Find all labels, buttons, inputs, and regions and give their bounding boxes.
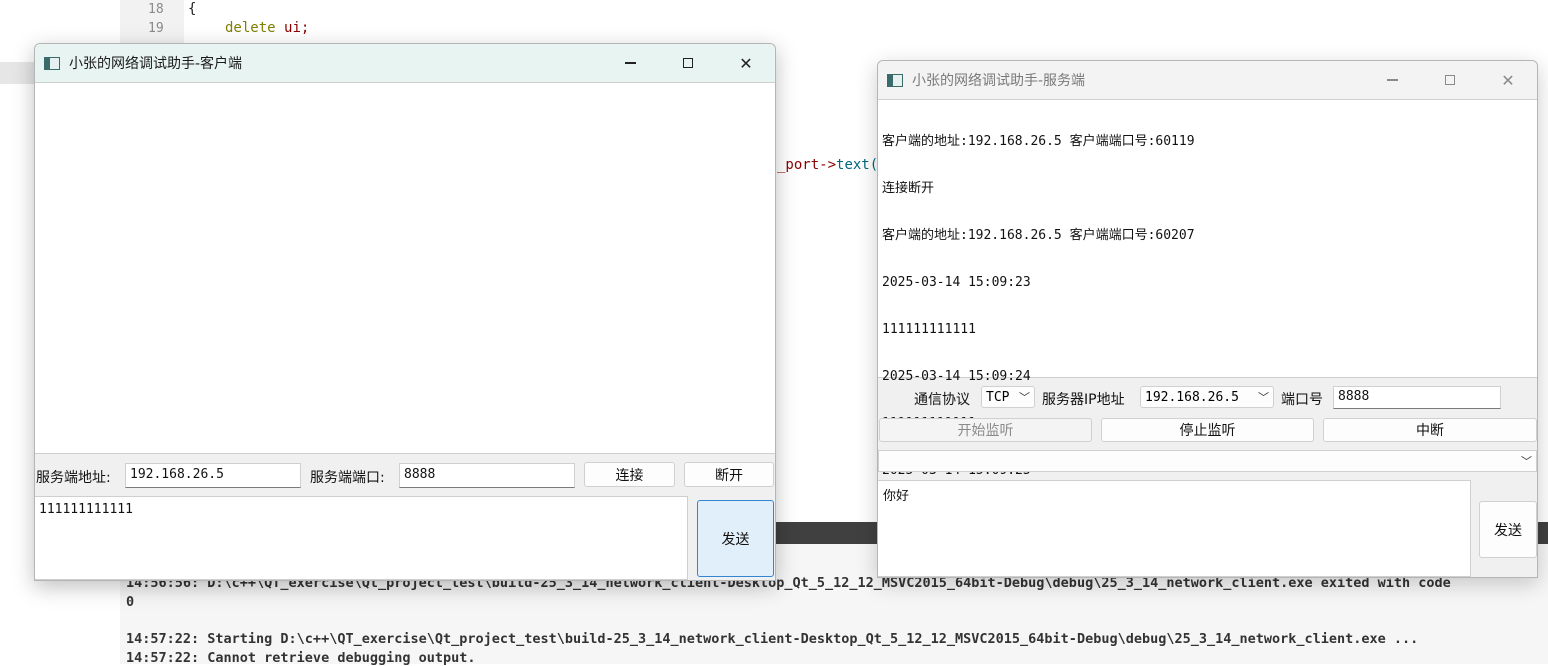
- close-button[interactable]: ✕: [717, 44, 775, 82]
- app-window-icon: [44, 56, 60, 70]
- close-icon: ✕: [1501, 70, 1515, 90]
- chevron-down-icon: ﹀: [1019, 391, 1030, 404]
- protocol-label: 通信协议: [914, 392, 970, 408]
- app-window-icon: [887, 73, 903, 87]
- server-window-title: 小张的网络调试助手-服务端: [912, 73, 1086, 89]
- client-select[interactable]: ﹀: [878, 450, 1537, 472]
- code-text-call: text(: [836, 157, 879, 173]
- protocol-select[interactable]: TCP ﹀: [981, 386, 1035, 408]
- window-controls: ✕: [1363, 61, 1537, 99]
- server-port-input[interactable]: 8888: [399, 463, 575, 488]
- interrupt-button[interactable]: 中断: [1323, 418, 1537, 442]
- server-titlebar[interactable]: 小张的网络调试助手-服务端 ✕: [878, 61, 1537, 99]
- log-line: 连接断开: [882, 181, 935, 196]
- minimize-button[interactable]: [601, 44, 659, 82]
- close-icon: ✕: [739, 53, 753, 73]
- ide-code-snippet: _port->text(: [777, 157, 878, 173]
- maximize-button[interactable]: [1421, 61, 1479, 99]
- protocol-value: TCP: [986, 389, 1010, 405]
- client-window: 小张的网络调试助手-客户端 ✕ 服务端地址: 192.168.26.5 服务端端…: [34, 43, 776, 581]
- server-addr-input[interactable]: 192.168.26.5: [125, 463, 301, 488]
- connect-button[interactable]: 连接: [584, 462, 675, 487]
- close-button[interactable]: ✕: [1479, 61, 1537, 99]
- ide-line-number: 18: [148, 2, 164, 17]
- log-line: 客户端的地址:192.168.26.5 客户端端口号:60207: [882, 228, 1195, 243]
- minimize-icon: [1386, 79, 1398, 81]
- server-ip-label: 服务器IP地址: [1042, 392, 1125, 408]
- code-variable: ui;: [284, 20, 310, 36]
- server-addr-label: 服务端地址:: [36, 470, 111, 486]
- code-brace: {: [188, 1, 197, 17]
- ide-code-line: delete ui;: [225, 20, 309, 36]
- log-line: 2025-03-14 15:09:23: [882, 275, 1031, 290]
- chevron-down-icon: ﹀: [1521, 455, 1532, 468]
- client-receive-area[interactable]: [35, 82, 775, 454]
- code-port: _port->: [777, 157, 837, 173]
- server-log-area[interactable]: 客户端的地址:192.168.26.5 客户端端口号:60119 连接断开 客户…: [878, 99, 1537, 525]
- server-port-label: 服务端端口:: [310, 470, 385, 486]
- chevron-down-icon: ﹀: [1258, 391, 1269, 404]
- server-window: 小张的网络调试助手-服务端 ✕ 客户端的地址:192.168.26.5 客户端端…: [877, 60, 1538, 578]
- log-line: 111111111111: [882, 322, 976, 337]
- maximize-button[interactable]: [659, 44, 717, 82]
- ide-line-number: 19: [148, 21, 164, 36]
- maximize-icon: [1445, 75, 1455, 85]
- server-ip-select[interactable]: 192.168.26.5 ﹀: [1140, 386, 1274, 408]
- output-line: 14:57:22: Starting D:\c++\QT_exercise\Qt…: [126, 631, 1419, 647]
- maximize-icon: [683, 58, 693, 68]
- code-keyword: delete: [225, 20, 276, 36]
- start-listen-button[interactable]: 开始监听: [879, 418, 1092, 442]
- disconnect-button[interactable]: 断开: [684, 462, 774, 487]
- port-label: 端口号: [1281, 392, 1323, 408]
- server-send-input[interactable]: 你好: [878, 480, 1471, 577]
- log-line: 2025-03-14 15:09:24: [882, 369, 1031, 384]
- output-line: 0: [126, 594, 135, 610]
- window-controls: ✕: [601, 44, 775, 82]
- ide-code-line: {: [188, 1, 196, 17]
- server-port-input[interactable]: 8888: [1333, 386, 1501, 409]
- minimize-button[interactable]: [1363, 61, 1421, 99]
- stop-listen-button[interactable]: 停止监听: [1101, 418, 1314, 442]
- minimize-icon: [624, 62, 636, 64]
- client-window-title: 小张的网络调试助手-客户端: [69, 56, 243, 72]
- client-titlebar[interactable]: 小张的网络调试助手-客户端 ✕: [35, 44, 775, 82]
- server-send-button[interactable]: 发送: [1479, 501, 1537, 558]
- server-ip-value: 192.168.26.5: [1145, 389, 1239, 405]
- client-send-input[interactable]: 111111111111: [35, 496, 688, 580]
- log-line: 客户端的地址:192.168.26.5 客户端端口号:60119: [882, 134, 1195, 149]
- client-send-button[interactable]: 发送: [697, 500, 774, 577]
